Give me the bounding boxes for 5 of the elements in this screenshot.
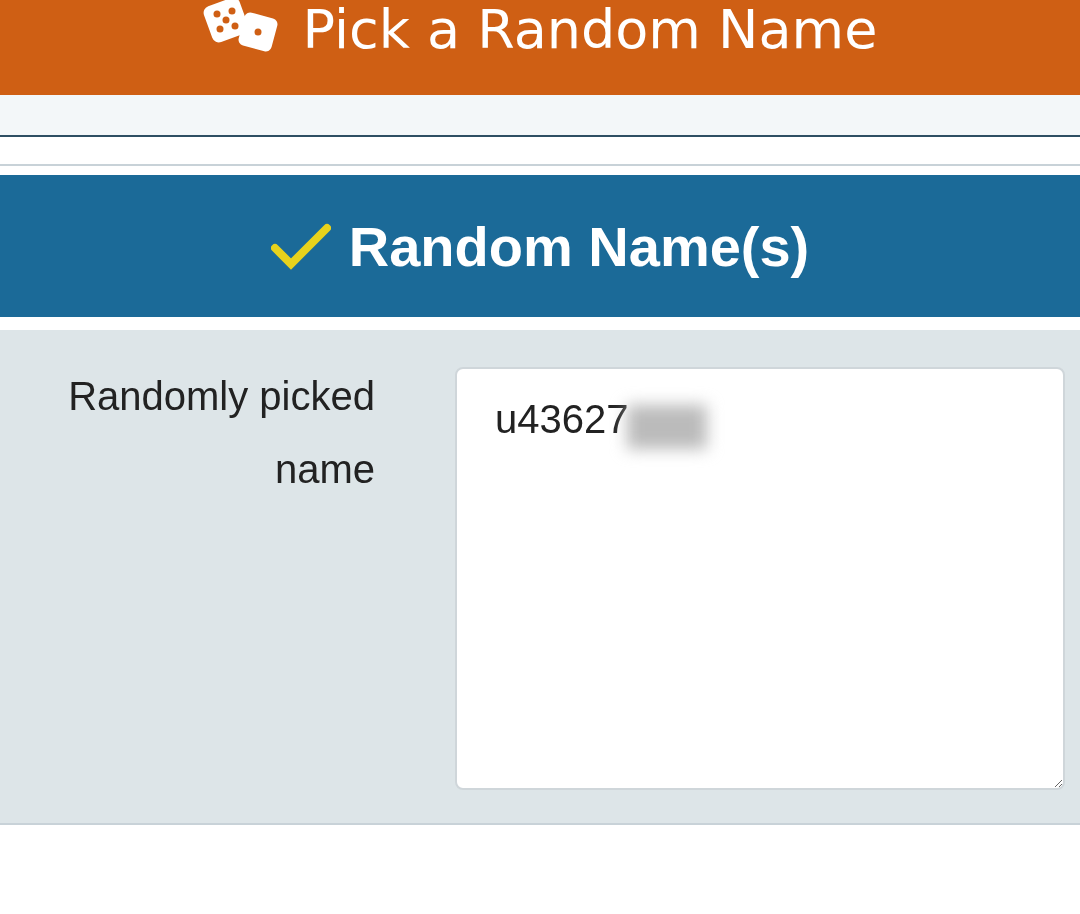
field-label: Randomly picked name bbox=[67, 373, 375, 493]
result-title: Random Name(s) bbox=[348, 213, 810, 279]
check-icon bbox=[270, 222, 331, 270]
page-title: Pick a Random Name bbox=[302, 3, 878, 57]
name-output-field[interactable]: u43627 bbox=[455, 367, 1065, 790]
